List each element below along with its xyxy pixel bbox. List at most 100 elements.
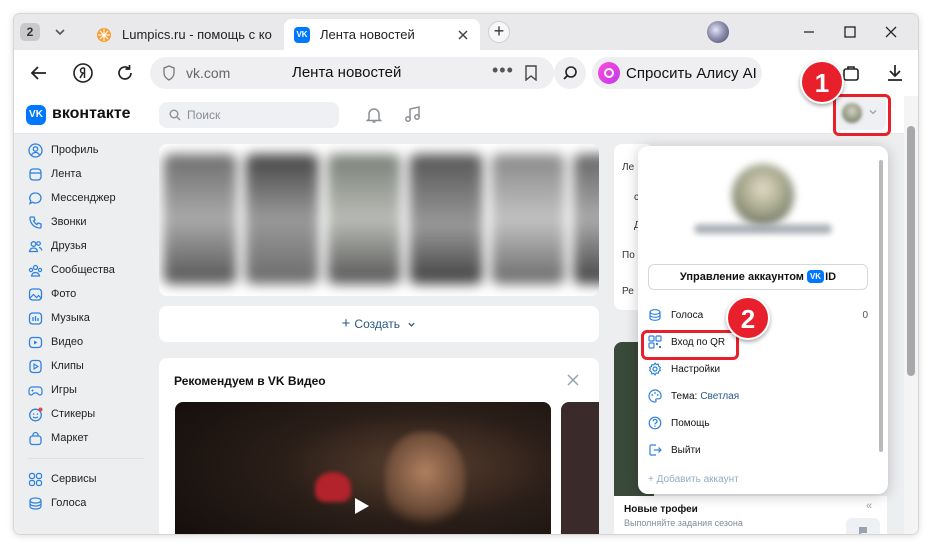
vk-header: VK вконтакте Поиск [14,96,904,134]
votes-count: 0 [862,309,868,321]
bell-icon[interactable] [365,106,383,124]
chevron-down-icon[interactable] [52,24,68,40]
ask-alice-button[interactable]: Спросить Алису AI [592,57,762,89]
story-thumbnail[interactable] [245,154,319,284]
bag-icon [29,431,42,445]
tab-vk-feed[interactable]: VK Лента новостей [284,19,480,50]
annotation-highlight-profile [833,94,891,136]
video-preview[interactable] [175,402,551,534]
friends-icon [28,240,43,252]
more-icon[interactable]: ••• [492,60,514,81]
manage-label: Управление аккаунтом [679,271,804,283]
dropdown-scrollbar[interactable] [879,160,883,452]
nav-item-calls[interactable]: Звонки [22,210,150,234]
collapse-icon[interactable]: « [866,500,872,512]
story-thumbnail[interactable] [327,154,401,284]
nav-label: Фото [51,288,77,300]
add-account-label: Добавить аккаунт [656,474,739,485]
nav-item-friends[interactable]: Друзья [22,234,150,258]
video-preview[interactable] [561,402,599,534]
nav-item-clips[interactable]: Клипы [22,354,150,378]
nav-item-market[interactable]: Маркет [22,426,150,450]
chat-button[interactable] [846,518,880,534]
nav-label: Игры [51,384,77,396]
story-thumbnail[interactable] [491,154,565,284]
gear-icon [648,362,662,376]
close-icon[interactable] [567,374,579,386]
sticker-icon [29,407,43,421]
nav-label: Музыка [51,312,90,324]
music-note-icon[interactable] [403,106,421,124]
add-account-link[interactable]: + Добавить аккаунт [648,474,739,485]
nav-label: Профиль [51,144,99,156]
story-thumbnail[interactable] [573,154,599,284]
nav-item-messenger[interactable]: Мессенджер [22,186,150,210]
nav-item-profile[interactable]: Профиль [22,138,150,162]
vk-favicon-icon: VK [294,26,310,43]
nav-label: Видео [51,336,84,348]
dropdown-label: Голоса [671,309,704,321]
browser-toolbar: vk.com Лента новостей ••• Спросить Алису… [14,50,918,96]
plus-icon: + [341,315,351,332]
dropdown-label: Помощь [671,417,710,429]
dropdown-item-help[interactable]: Помощь [648,412,870,434]
stories-block [159,144,599,296]
bookmark-icon[interactable] [524,65,538,81]
nav-item-stickers[interactable]: Стикеры [22,402,150,426]
nav-item-video[interactable]: Видео [22,330,150,354]
close-icon[interactable] [456,28,470,42]
page-scrollbar-thumb[interactable] [907,126,915,376]
right-menu-item[interactable]: По [622,250,635,261]
vk-brand[interactable]: вконтакте [52,105,131,123]
nav-label: Голоса [51,497,87,509]
nav-item-services[interactable]: Сервисы [22,467,150,491]
reload-icon[interactable] [114,62,136,84]
browser-profile-avatar[interactable] [707,21,729,43]
right-menu-item[interactable]: Ле [622,162,634,173]
yandex-icon[interactable] [72,62,94,84]
search-button[interactable] [554,57,586,89]
vk-logo-icon[interactable]: VK [26,105,46,125]
nav-item-music[interactable]: Музыка [22,306,150,330]
tab-title: Лента новостей [320,27,415,42]
right-menu-item[interactable]: Ре [622,286,634,297]
shield-icon[interactable] [162,65,176,81]
nav-item-votes[interactable]: Голоса [22,491,150,515]
nav-label: Клипы [51,360,84,372]
annotation-badge-step2: 2 [726,296,770,340]
nav-item-photo[interactable]: Фото [22,282,150,306]
trophy-title: Новые трофеи [624,504,698,515]
play-icon [355,498,369,514]
back-arrow-icon[interactable] [28,62,50,84]
alice-label: Спросить Алису AI [626,64,757,82]
alice-icon [598,62,620,84]
nav-item-communities[interactable]: Сообщества [22,258,150,282]
story-thumbnail[interactable] [163,154,237,284]
maximize-icon[interactable] [841,23,859,41]
annotation-badge-step1: 1 [800,60,844,104]
avatar[interactable] [732,164,794,226]
left-nav: Профиль Лента Мессенджер Звонки Друзья С… [22,138,150,515]
nav-label: Звонки [51,216,87,228]
video-icon [28,336,43,348]
story-thumbnail[interactable] [409,154,483,284]
new-tab-button[interactable]: + [488,21,510,43]
tab-title: Lumpics.ru - помощь с компьютером [122,27,272,42]
nav-label: Мессенджер [51,192,116,204]
tab-bar: 2 Lumpics.ru - помощь с компьютером VK Л… [14,14,918,50]
dropdown-item-theme[interactable]: Тема: Светлая [648,385,870,407]
nav-item-games[interactable]: Игры [22,378,150,402]
address-bar[interactable]: vk.com Лента новостей ••• [150,57,554,89]
manage-account-button[interactable]: Управление аккаунтом VK ID [648,264,868,290]
vk-search-input[interactable]: Поиск [159,102,339,128]
chat-icon [859,527,867,534]
create-button[interactable]: + Создать [159,306,599,342]
close-window-icon[interactable] [882,23,900,41]
minimize-icon[interactable] [800,23,818,41]
dropdown-item-settings[interactable]: Настройки [648,358,870,380]
tab-lumpics[interactable]: Lumpics.ru - помощь с компьютером [86,19,282,50]
download-icon[interactable] [884,62,906,84]
tab-count-badge[interactable]: 2 [20,23,40,41]
dropdown-item-logout[interactable]: Выйти [648,439,870,461]
nav-item-feed[interactable]: Лента [22,162,150,186]
